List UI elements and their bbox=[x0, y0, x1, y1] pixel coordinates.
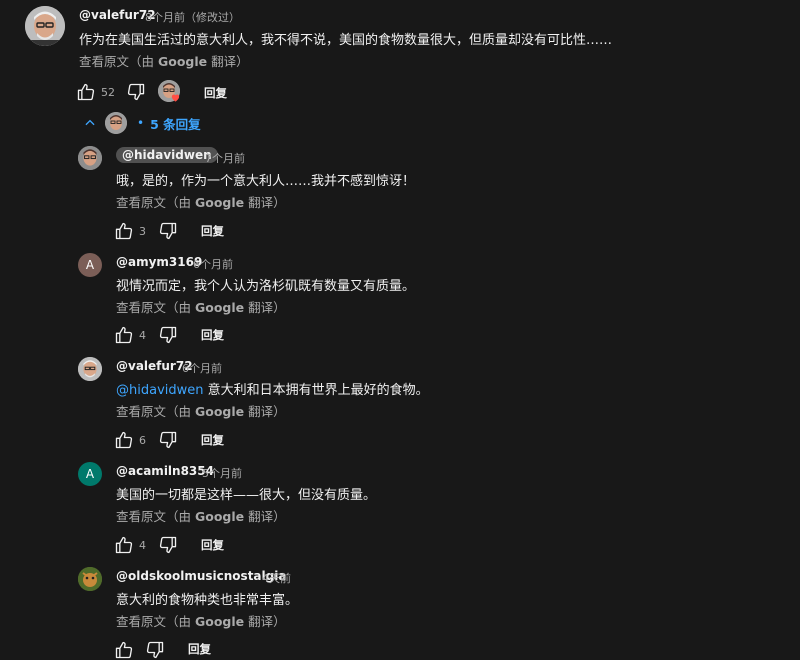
dislike-icon[interactable] bbox=[145, 640, 165, 660]
top-comment-like-count: 52 bbox=[101, 86, 115, 99]
reply-like-count: 4 bbox=[139, 329, 146, 342]
like-icon[interactable] bbox=[114, 640, 134, 660]
reply-avatar[interactable] bbox=[78, 146, 102, 170]
dislike-icon[interactable] bbox=[158, 535, 178, 555]
reply-reply-button[interactable]: 回复 bbox=[201, 223, 224, 239]
reply-username[interactable]: @acamiln8354 bbox=[116, 464, 214, 478]
reply-text: @hidavidwen 意大利和日本拥有世界上最好的食物。 bbox=[116, 383, 429, 398]
reply-like-count: 6 bbox=[139, 434, 146, 447]
reply-avatar[interactable]: A bbox=[78, 462, 102, 486]
reply-reply-button[interactable]: 回复 bbox=[188, 641, 211, 657]
top-comment-time[interactable]: 8个月前（修改过） bbox=[145, 9, 240, 25]
reply-like-count: 3 bbox=[139, 225, 146, 238]
replies-toggle-label[interactable]: 5 条回复 bbox=[150, 114, 201, 133]
reply-time[interactable]: 5个月前 bbox=[202, 465, 242, 481]
like-icon[interactable] bbox=[114, 430, 134, 450]
reply-username[interactable]: @oldskoolmusicnostalgia bbox=[116, 569, 286, 583]
reply-avatar[interactable] bbox=[78, 567, 102, 591]
reply-time[interactable]: 6个月前 bbox=[182, 360, 222, 376]
top-comment-avatar[interactable] bbox=[25, 6, 65, 46]
reply-time[interactable]: 4天前 bbox=[262, 570, 291, 586]
top-comment-text: 作为在美国生活过的意大利人，我不得不说，美国的食物数量很大，但质量却没有可比性…… bbox=[79, 33, 613, 48]
reply-avatar[interactable] bbox=[78, 357, 102, 381]
like-icon[interactable] bbox=[76, 82, 96, 102]
replies-toggle[interactable]: • 5 条回复 bbox=[83, 112, 201, 134]
reply-translate-link[interactable]: 查看原文（由 Google 翻译） bbox=[116, 401, 286, 420]
dislike-icon[interactable] bbox=[158, 430, 178, 450]
reply-translate-link[interactable]: 查看原文（由 Google 翻译） bbox=[116, 506, 286, 525]
reply-text: 视情况而定，我个人认为洛杉矶既有数量又有质量。 bbox=[116, 279, 416, 294]
reply-username-chip[interactable]: @hidavidwen bbox=[116, 147, 218, 163]
reply-mention-link[interactable]: @hidavidwen bbox=[116, 383, 204, 398]
heart-icon bbox=[171, 94, 180, 102]
like-icon[interactable] bbox=[114, 325, 134, 345]
reply-time[interactable]: 6个月前 bbox=[193, 256, 233, 272]
chevron-up-icon bbox=[85, 119, 95, 126]
reply-text: 哦，是的，作为一个意大利人……我并不感到惊讶！ bbox=[116, 174, 416, 189]
top-comment-translate-link[interactable]: 查看原文（由 Google 翻译） bbox=[79, 51, 249, 70]
reply-reply-button[interactable]: 回复 bbox=[201, 432, 224, 448]
like-icon[interactable] bbox=[114, 535, 134, 555]
reply-text: 美国的一切都是这样——很大，但没有质量。 bbox=[116, 488, 377, 503]
reply-like-count: 4 bbox=[139, 539, 146, 552]
reply-text: 意大利的食物种类也非常丰富。 bbox=[116, 593, 299, 608]
reply-time[interactable]: 7个月前 bbox=[205, 150, 245, 166]
reply-username[interactable]: @amym3169 bbox=[116, 255, 202, 269]
reply-reply-button[interactable]: 回复 bbox=[201, 327, 224, 343]
reply-translate-link[interactable]: 查看原文（由 Google 翻译） bbox=[116, 297, 286, 316]
dislike-icon[interactable] bbox=[158, 221, 178, 241]
reply-translate-link[interactable]: 查看原文（由 Google 翻译） bbox=[116, 611, 286, 630]
reply-reply-button[interactable]: 回复 bbox=[201, 537, 224, 553]
like-icon[interactable] bbox=[114, 221, 134, 241]
reply-translate-link[interactable]: 查看原文（由 Google 翻译） bbox=[116, 192, 286, 211]
toggle-avatar bbox=[105, 112, 127, 134]
dislike-icon[interactable] bbox=[126, 82, 146, 102]
dislike-icon[interactable] bbox=[158, 325, 178, 345]
top-comment-reply-button[interactable]: 回复 bbox=[204, 85, 227, 101]
reply-avatar[interactable]: A bbox=[78, 253, 102, 277]
